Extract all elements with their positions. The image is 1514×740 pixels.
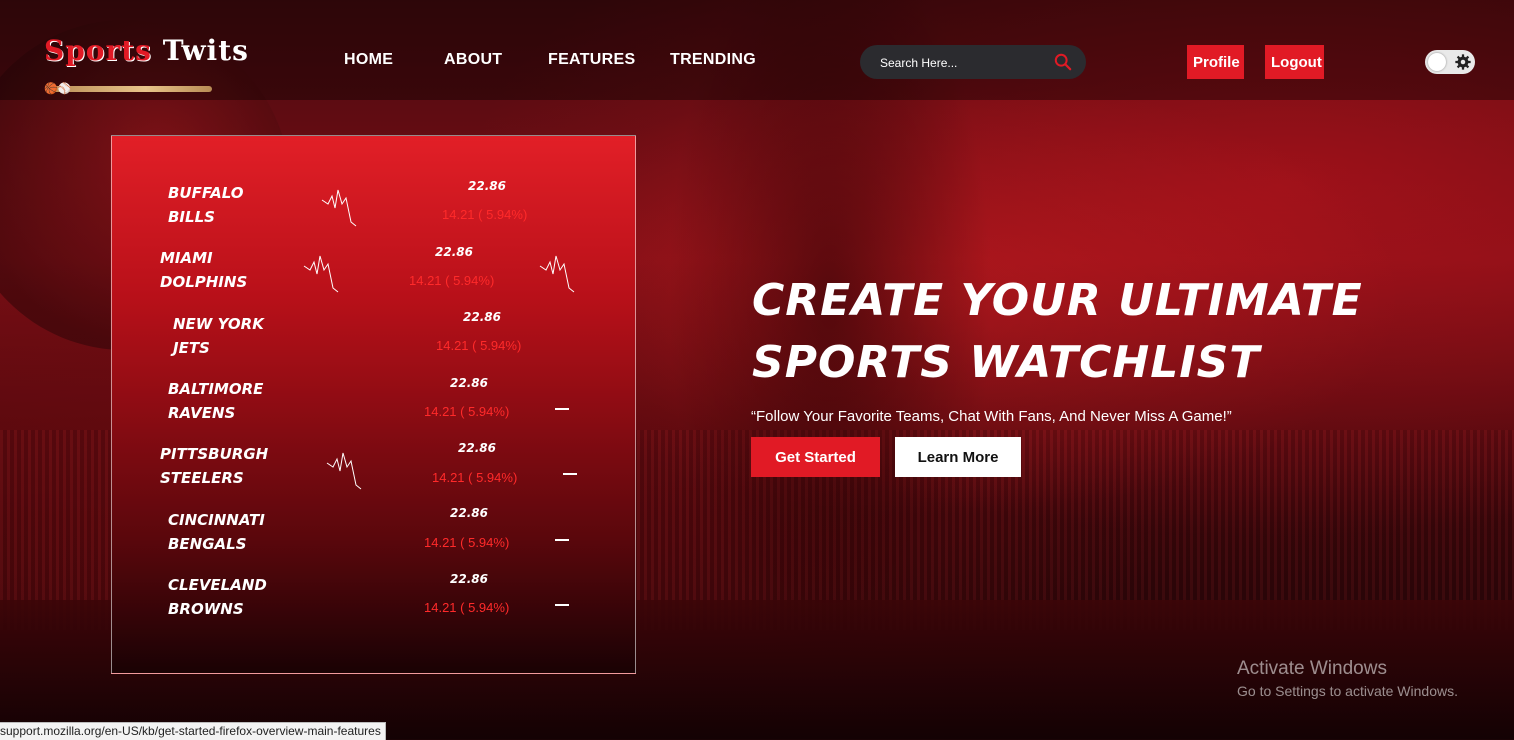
team-change: 14.21 ( 5.94%) xyxy=(409,273,495,288)
team-change: 14.21 ( 5.94%) xyxy=(424,600,510,615)
trend-flat-icon xyxy=(555,539,569,541)
logout-button[interactable]: Logout xyxy=(1265,45,1324,79)
gear-icon xyxy=(1455,54,1471,70)
team-name: CINCINNATI BENGALS xyxy=(168,511,265,553)
team-price: 22.86 xyxy=(468,179,506,193)
team-change: 14.21 ( 5.94%) xyxy=(424,404,510,419)
logo-text-part1: Sports xyxy=(44,34,152,67)
sparkline-chart xyxy=(321,189,357,227)
sparkline-chart xyxy=(326,452,362,490)
logo-balls-icon: 🏀⚾ xyxy=(44,83,72,95)
team-price: 22.86 xyxy=(458,441,496,455)
team-price: 22.86 xyxy=(450,572,488,586)
team-price: 22.86 xyxy=(463,310,501,324)
nav-item-about[interactable]: ABOUT xyxy=(444,51,502,69)
team-price: 22.86 xyxy=(450,376,488,390)
team-name: BUFFALO BILLS xyxy=(168,184,244,226)
theme-toggle[interactable] xyxy=(1425,50,1475,74)
hero-title: CREATE YOUR ULTIMATE SPORTS WATCHLIST xyxy=(752,275,1363,388)
team-price: 22.86 xyxy=(435,245,473,259)
nav-item-features[interactable]: FEATURES xyxy=(548,51,635,69)
profile-button[interactable]: Profile xyxy=(1187,45,1244,79)
learn-more-button[interactable]: Learn More xyxy=(895,437,1021,477)
team-change: 14.21 ( 5.94%) xyxy=(432,470,518,485)
search-icon[interactable] xyxy=(1054,53,1072,71)
team-change: 14.21 ( 5.94%) xyxy=(424,535,510,550)
logo[interactable]: Sports Twits 🏀⚾ xyxy=(44,34,248,100)
browser-status-url: support.mozilla.org/en-US/kb/get-started… xyxy=(0,722,386,740)
watchlist-panel: BUFFALO BILLS 22.86 14.21 ( 5.94%) MIAMI… xyxy=(111,135,636,674)
team-price: 22.86 xyxy=(450,506,488,520)
team-name: BALTIMORE RAVENS xyxy=(168,380,264,422)
nav-item-home[interactable]: HOME xyxy=(344,51,393,69)
sparkline-chart xyxy=(539,255,575,293)
sparkline-chart xyxy=(303,255,339,293)
logo-text-part2: Twits xyxy=(162,34,249,67)
team-change: 14.21 ( 5.94%) xyxy=(436,338,522,353)
nav-item-trending[interactable]: TRENDING xyxy=(670,51,756,69)
search-box xyxy=(860,45,1086,79)
team-name: NEW YORK JETS xyxy=(173,315,264,357)
activate-windows-watermark: Activate Windows xyxy=(1237,658,1387,679)
team-name: CLEVELAND BROWNS xyxy=(168,576,267,618)
trend-flat-icon xyxy=(555,604,569,606)
trend-flat-icon xyxy=(563,473,577,475)
team-name: PITTSBURGH STEELERS xyxy=(160,445,269,487)
trend-flat-icon xyxy=(555,408,569,410)
activate-windows-hint: Go to Settings to activate Windows. xyxy=(1237,683,1458,699)
top-nav: Sports Twits 🏀⚾ HOME ABOUT FEATURES TREN… xyxy=(0,0,1514,100)
team-change: 14.21 ( 5.94%) xyxy=(442,207,528,222)
toggle-knob xyxy=(1428,53,1446,71)
hero-subtitle: “Follow Your Favorite Teams, Chat With F… xyxy=(751,408,1232,425)
get-started-button[interactable]: Get Started xyxy=(751,437,880,477)
team-name: MIAMI DOLPHINS xyxy=(160,249,248,291)
search-input[interactable] xyxy=(878,53,1042,73)
